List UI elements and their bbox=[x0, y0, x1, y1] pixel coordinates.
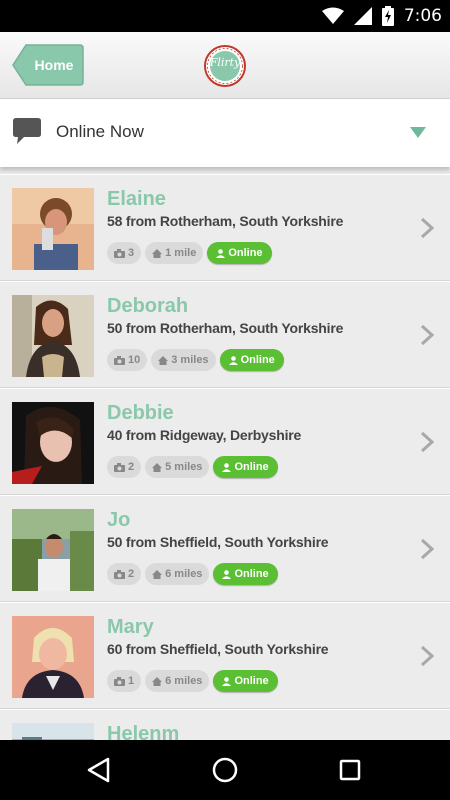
online-status: Online bbox=[234, 675, 269, 687]
online-status-badge: Online bbox=[219, 349, 284, 371]
photo-count-badge: 2 bbox=[107, 563, 142, 585]
online-filter-dropdown[interactable]: Online Now bbox=[0, 99, 450, 167]
online-status-badge: Online bbox=[207, 242, 272, 264]
online-status: Online bbox=[234, 461, 269, 473]
member-row[interactable]: Helenm bbox=[0, 709, 450, 740]
member-row[interactable]: Elaine 58 from Rotherham, South Yorkshir… bbox=[0, 174, 450, 281]
home-icon bbox=[152, 248, 163, 258]
photo-count-badge: 10 bbox=[107, 349, 148, 371]
person-icon bbox=[222, 676, 232, 686]
member-name: Mary bbox=[107, 616, 154, 638]
member-details: 40 from Ridgeway, Derbyshire bbox=[107, 427, 302, 443]
member-photo bbox=[12, 295, 94, 377]
person-icon bbox=[228, 355, 238, 365]
member-details: 50 from Sheffield, South Yorkshire bbox=[107, 534, 329, 550]
distance-badge: 1 mile bbox=[145, 242, 204, 264]
battery-charging-icon bbox=[381, 6, 394, 26]
app-header: Home Flirty bbox=[0, 32, 450, 99]
member-name: Debbie bbox=[107, 402, 174, 424]
member-name: Elaine bbox=[107, 188, 166, 210]
brand-logo: Flirty bbox=[203, 44, 247, 88]
camera-icon bbox=[114, 355, 125, 365]
photo-count-badge: 2 bbox=[107, 456, 142, 478]
distance-badge: 6 miles bbox=[145, 563, 210, 585]
member-photo bbox=[12, 616, 94, 698]
home-icon bbox=[152, 569, 163, 579]
camera-icon bbox=[114, 569, 125, 579]
chat-bubble-icon bbox=[13, 118, 41, 144]
home-button-label: Home bbox=[34, 57, 74, 73]
camera-icon bbox=[114, 676, 125, 686]
photo-count: 10 bbox=[128, 354, 141, 366]
wifi-icon bbox=[321, 7, 344, 24]
recents-icon[interactable] bbox=[334, 754, 366, 786]
chevron-right-icon bbox=[420, 645, 434, 667]
member-row[interactable]: Jo 50 from Sheffield, South Yorkshire 2 … bbox=[0, 495, 450, 602]
member-row[interactable]: Deborah 50 from Rotherham, South Yorkshi… bbox=[0, 281, 450, 388]
distance-badge: 5 miles bbox=[145, 456, 210, 478]
photo-count: 3 bbox=[128, 247, 135, 259]
online-status-badge: Online bbox=[213, 670, 278, 692]
member-details: 60 from Sheffield, South Yorkshire bbox=[107, 641, 329, 657]
member-photo bbox=[12, 402, 94, 484]
member-list: Elaine 58 from Rotherham, South Yorkshir… bbox=[0, 167, 450, 740]
distance: 1 mile bbox=[165, 247, 197, 259]
online-status-badge: Online bbox=[213, 563, 278, 585]
distance: 6 miles bbox=[165, 568, 203, 580]
photo-count-badge: 1 bbox=[107, 670, 142, 692]
camera-icon bbox=[114, 462, 125, 472]
android-nav-bar bbox=[0, 740, 450, 800]
back-icon[interactable] bbox=[84, 754, 116, 786]
online-status: Online bbox=[240, 354, 275, 366]
home-icon bbox=[152, 462, 163, 472]
member-name: Helenm bbox=[107, 723, 180, 740]
dropdown-triangle-icon bbox=[410, 127, 426, 138]
distance: 3 miles bbox=[171, 354, 209, 366]
member-photo bbox=[12, 509, 94, 591]
member-photo bbox=[12, 723, 94, 740]
online-status: Online bbox=[228, 247, 263, 259]
distance: 5 miles bbox=[165, 461, 203, 473]
logo-text: Flirty bbox=[209, 56, 241, 69]
status-time: 7:06 bbox=[403, 6, 442, 26]
person-icon bbox=[222, 462, 232, 472]
person-icon bbox=[216, 248, 226, 258]
distance-badge: 3 miles bbox=[151, 349, 216, 371]
member-name: Deborah bbox=[107, 295, 189, 317]
signal-icon bbox=[353, 7, 372, 25]
online-status: Online bbox=[234, 568, 269, 580]
camera-icon bbox=[114, 248, 125, 258]
filter-label: Online Now bbox=[56, 122, 144, 141]
chevron-right-icon bbox=[420, 431, 434, 453]
photo-count: 2 bbox=[128, 568, 135, 580]
person-icon bbox=[222, 569, 232, 579]
member-photo bbox=[12, 188, 94, 270]
online-status-badge: Online bbox=[213, 456, 278, 478]
member-details: 58 from Rotherham, South Yorkshire bbox=[107, 213, 344, 229]
photo-count-badge: 3 bbox=[107, 242, 142, 264]
member-row[interactable]: Mary 60 from Sheffield, South Yorkshire … bbox=[0, 602, 450, 709]
member-name: Jo bbox=[107, 509, 131, 531]
member-row[interactable]: Debbie 40 from Ridgeway, Derbyshire 2 5 … bbox=[0, 388, 450, 495]
distance: 6 miles bbox=[165, 675, 203, 687]
home-button[interactable]: Home bbox=[12, 43, 84, 87]
chevron-right-icon bbox=[420, 324, 434, 346]
home-icon bbox=[158, 355, 169, 365]
distance-badge: 6 miles bbox=[145, 670, 210, 692]
chevron-right-icon bbox=[420, 217, 434, 239]
member-details: 50 from Rotherham, South Yorkshire bbox=[107, 320, 344, 336]
chevron-right-icon bbox=[420, 538, 434, 560]
home-icon bbox=[152, 676, 163, 686]
photo-count: 2 bbox=[128, 461, 135, 473]
status-bar: 7:06 bbox=[0, 0, 450, 32]
home-circle-icon[interactable] bbox=[209, 754, 241, 786]
photo-count: 1 bbox=[128, 675, 135, 687]
